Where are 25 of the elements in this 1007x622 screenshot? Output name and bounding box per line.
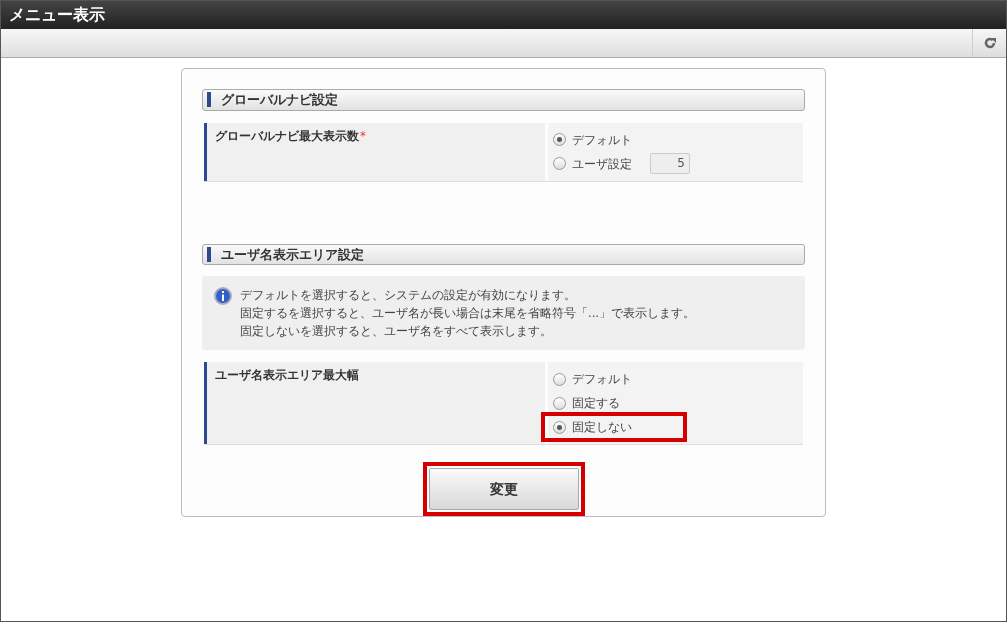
info-text: 固定しないを選択すると、ユーザ名をすべて表示します。 bbox=[240, 323, 553, 340]
radio-option[interactable]: デフォルト bbox=[553, 130, 632, 149]
number-field[interactable]: 5 bbox=[650, 153, 690, 174]
section-title: グローバルナビ設定 bbox=[221, 91, 338, 109]
info-text: 固定するを選択すると、ユーザ名が長い場合は末尾を省略符号「...」で表示します。 bbox=[240, 305, 695, 322]
required-mark: * bbox=[360, 127, 366, 145]
accent-bar bbox=[207, 92, 211, 108]
field-label: グローバルナビ最大表示数 bbox=[215, 127, 359, 145]
radio-option[interactable]: 固定する bbox=[553, 394, 620, 412]
section-title: ユーザ名表示エリア設定 bbox=[221, 245, 364, 264]
radio-option[interactable]: 固定しない bbox=[553, 418, 632, 436]
radio-option[interactable]: ユーザ設定 bbox=[553, 154, 632, 173]
field-label: ユーザ名表示エリア最大幅 bbox=[215, 367, 359, 384]
radio-button[interactable] bbox=[553, 133, 566, 146]
radio-button[interactable] bbox=[553, 372, 566, 386]
window-title: メニュー表示 bbox=[9, 4, 105, 26]
radio-button[interactable] bbox=[553, 157, 566, 170]
radio-option[interactable]: デフォルト bbox=[553, 370, 632, 388]
info-icon bbox=[214, 287, 232, 305]
radio-button[interactable] bbox=[553, 420, 566, 434]
change-button[interactable]: 変更 bbox=[428, 468, 579, 510]
refresh-icon bbox=[982, 36, 997, 50]
info-text: デフォルトを選択すると、システムの設定が有効になります。 bbox=[240, 287, 577, 304]
radio-button[interactable] bbox=[553, 396, 566, 410]
accent-bar bbox=[207, 246, 211, 262]
